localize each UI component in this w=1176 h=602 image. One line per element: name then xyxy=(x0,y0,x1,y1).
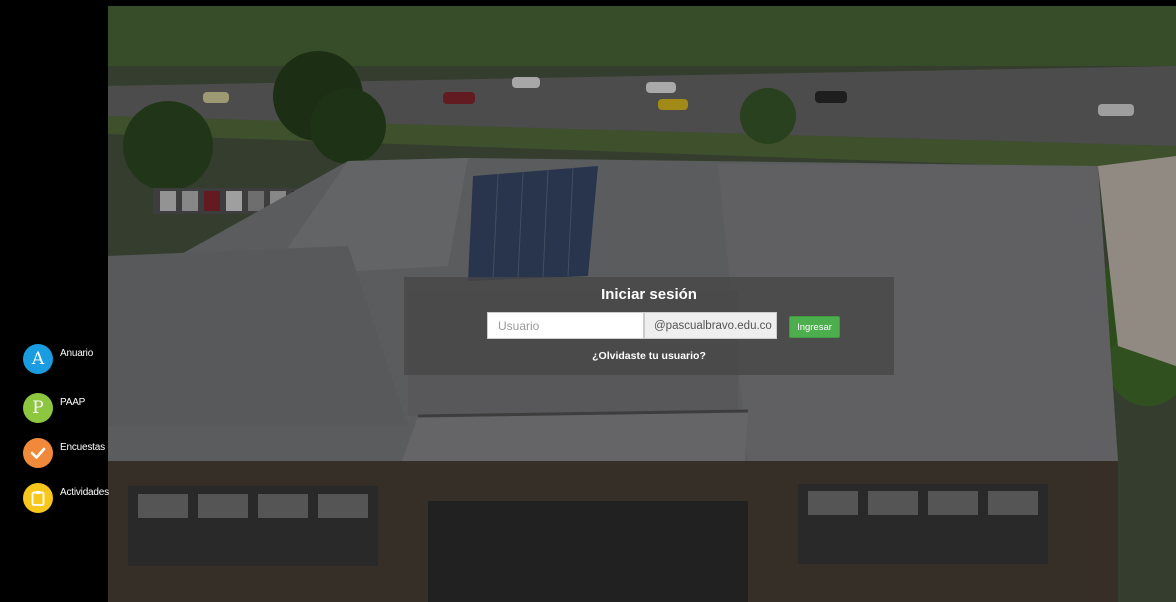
sidebar-item-encuestas[interactable]: Encuestas xyxy=(23,438,105,468)
sidebar-item-paap[interactable]: P PAAP xyxy=(23,393,85,423)
letter-p-icon: P xyxy=(23,393,53,423)
sidebar-item-label: Actividades xyxy=(60,486,109,498)
login-title: Iniciar sesión xyxy=(601,286,697,303)
forgot-username-link[interactable]: ¿Olvidaste tu usuario? xyxy=(404,350,894,362)
sidebar-item-label: Anuario xyxy=(60,347,94,359)
checkmark-glyph xyxy=(30,447,46,459)
checkmark-icon xyxy=(23,438,53,468)
sidebar-item-label: PAAP xyxy=(60,396,86,408)
sidebar-item-actividades[interactable]: Actividades xyxy=(23,483,109,513)
clipboard-icon xyxy=(23,483,53,513)
sidebar: A Anuario P PAAP Encuestas Actividades xyxy=(6,6,109,596)
sidebar-item-anuario[interactable]: A Anuario xyxy=(23,344,93,374)
sidebar-item-label: Encuestas xyxy=(60,441,105,453)
clipboard-glyph xyxy=(31,491,45,506)
login-panel: Iniciar sesión @pascualbravo.edu.co Ingr… xyxy=(404,277,894,375)
letter-a-icon: A xyxy=(23,344,53,374)
username-input[interactable] xyxy=(487,312,644,339)
ingresar-button[interactable]: Ingresar xyxy=(789,316,840,338)
domain-suffix: @pascualbravo.edu.co xyxy=(644,312,777,339)
page: A Anuario P PAAP Encuestas Actividades I… xyxy=(0,0,1176,602)
